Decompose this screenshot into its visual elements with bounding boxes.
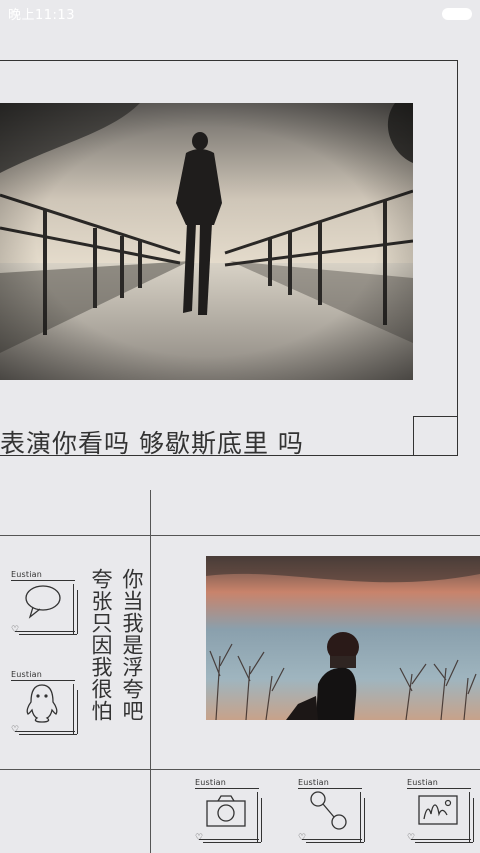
photo-person-sunset-sky <box>206 556 480 720</box>
divider <box>0 535 480 536</box>
photo-man-walking-snowy-bridge <box>0 103 413 380</box>
card-route[interactable]: Eustian ♡ <box>298 778 365 843</box>
card-chat[interactable]: Eustian ♡ <box>11 570 78 635</box>
camera-icon <box>206 795 246 827</box>
card-qq[interactable]: Eustian ♡ <box>11 670 78 735</box>
divider <box>150 490 151 853</box>
second-photo[interactable] <box>206 556 480 720</box>
corner-box <box>413 416 457 456</box>
featured-caption: 表演你看吗 够歇斯底里 吗 <box>0 429 304 458</box>
poem-line-1: 你当我是浮夸吧 <box>120 568 144 722</box>
qq-penguin-icon <box>26 684 58 723</box>
featured-photo[interactable] <box>0 103 413 380</box>
card-tag: Eustian <box>407 778 439 787</box>
divider <box>0 769 480 770</box>
card-gallery[interactable]: Eustian ♡ <box>407 778 474 843</box>
card-tag: Eustian <box>11 670 43 679</box>
card-tag: Eustian <box>195 778 227 787</box>
status-time: 晚上11:13 <box>8 8 75 23</box>
chat-bubble-icon <box>25 585 61 619</box>
route-icon <box>310 791 347 830</box>
poem-line-2: 夸张只因我很怕 <box>89 568 113 722</box>
card-tag: Eustian <box>298 778 330 787</box>
card-tag: Eustian <box>11 570 43 579</box>
card-camera[interactable]: Eustian ♡ <box>195 778 262 843</box>
gallery-icon <box>418 795 458 825</box>
battery-icon <box>442 8 472 20</box>
